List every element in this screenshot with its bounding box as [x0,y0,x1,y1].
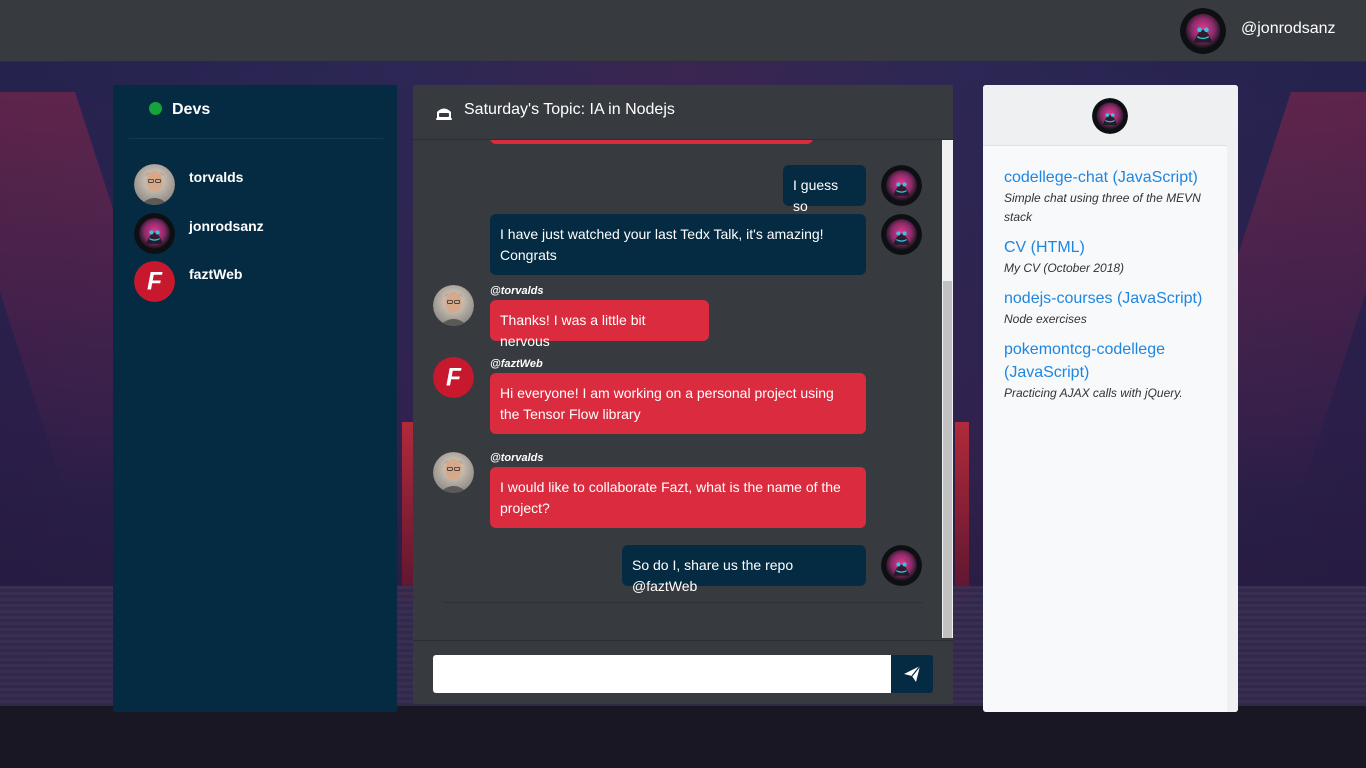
user-name: faztWeb [189,266,243,282]
repo-description: My CV (October 2018) [1004,261,1125,275]
repo-link[interactable]: pokemontcg-codellege (JavaScript) [1004,338,1209,384]
message-bubble: So do I, share us the repo @faztWeb [622,545,866,594]
chat-footer [413,640,953,705]
profile-avatar[interactable] [1092,98,1128,134]
message-bubble-partial [490,140,813,144]
message-bubble: I would like to collaborate Fazt, what i… [490,467,866,528]
message-input[interactable] [433,655,891,693]
channel-header: Devs [129,85,383,139]
jonrodsanz-avatar [134,213,175,254]
repo-description: Node exercises [1004,312,1087,326]
user-name: jonrodsanz [189,218,264,234]
message-list-divider [443,602,923,603]
chat-panel: Saturday's Topic: IA in Nodejs I guess s… [413,85,953,704]
user-avatar[interactable] [1180,8,1226,54]
message-sender: @torvalds [490,285,544,297]
message-sender: @faztWeb [490,358,543,370]
own-avatar [881,214,922,255]
user-item-torvalds[interactable]: torvalds [134,164,374,206]
repos-scrollbar[interactable] [1227,145,1238,712]
online-status-dot [149,102,162,115]
repo-description: Simple chat using three of the MEVN stac… [1004,191,1201,224]
message-list[interactable]: I guess so I have just watched your last… [413,140,953,638]
repo-item: nodejs-courses (JavaScript) Node exercis… [1004,287,1209,329]
repo-link[interactable]: CV (HTML) [1004,236,1209,259]
own-avatar [881,545,922,586]
send-icon [904,665,921,682]
footer-band [0,706,1366,768]
user-item-faztweb[interactable]: faztWeb [134,261,374,303]
faztweb-avatar [433,357,474,398]
user-name: torvalds [189,169,244,185]
chat-topic-title: Saturday's Topic: IA in Nodejs [464,101,675,118]
robot-icon [436,108,452,120]
torvalds-avatar [433,285,474,326]
user-item-jonrodsanz[interactable]: jonrodsanz [134,213,374,255]
chat-scrollbar-thumb[interactable] [943,281,952,638]
channel-name: Devs [172,101,211,118]
message-bubble: I have just watched your last Tedx Talk,… [490,214,866,275]
chat-header: Saturday's Topic: IA in Nodejs [413,85,953,140]
navbar-username[interactable]: @jonrodsanz [1241,20,1336,38]
repos-header [983,85,1238,146]
top-navbar: @jonrodsanz [0,0,1366,62]
repo-item: CV (HTML) My CV (October 2018) [1004,236,1209,278]
faztweb-avatar [134,261,175,302]
repo-link[interactable]: codellege-chat (JavaScript) [1004,166,1209,189]
own-avatar [881,165,922,206]
torvalds-avatar [134,164,175,205]
torvalds-avatar [433,452,474,493]
message-bubble: Thanks! I was a little bit nervous [490,300,709,349]
users-sidebar: Devs torvalds jonrodsanz faztWeb [113,85,397,712]
send-button[interactable] [891,655,933,693]
repo-item: pokemontcg-codellege (JavaScript) Practi… [1004,338,1209,403]
repo-link[interactable]: nodejs-courses (JavaScript) [1004,287,1209,310]
repos-panel: codellege-chat (JavaScript) Simple chat … [983,85,1238,712]
repo-description: Practicing AJAX calls with jQuery. [1004,386,1183,400]
message-bubble: Hi everyone! I am working on a personal … [490,373,866,434]
message-bubble: I guess so [783,165,866,214]
message-sender: @torvalds [490,452,544,464]
background-glow-right [955,422,969,602]
repo-item: codellege-chat (JavaScript) Simple chat … [1004,166,1209,227]
